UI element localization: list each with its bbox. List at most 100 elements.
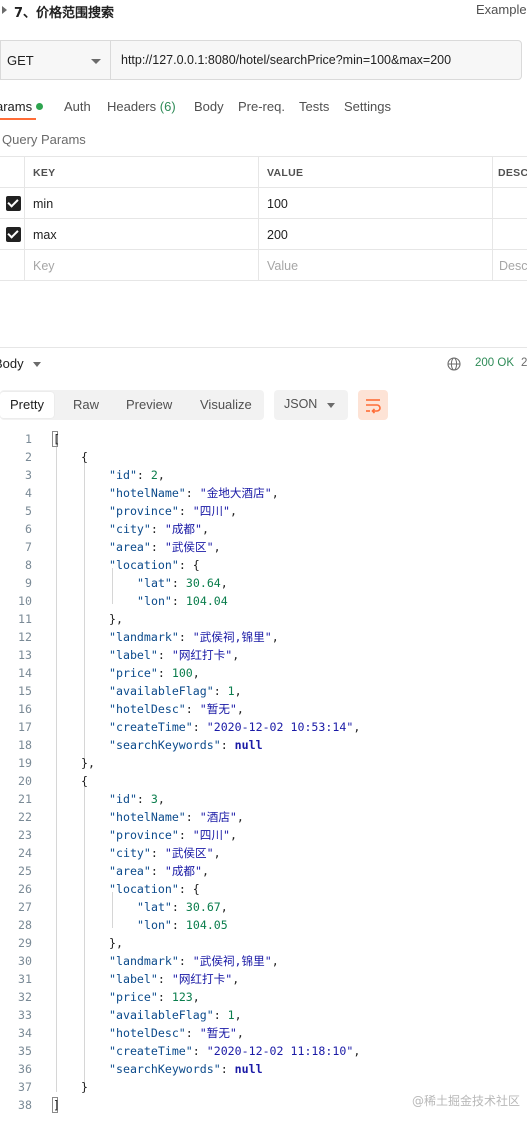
code-line: 24 "city": "武侯区", — [0, 844, 527, 862]
code-line: 17 "createTime": "2020-12-02 10:53:14", — [0, 718, 527, 736]
value-placeholder-cell[interactable]: Value — [259, 250, 493, 281]
line-number: 27 — [18, 900, 32, 914]
code-text: "landmark": "武侯祠,锦里", — [109, 630, 279, 644]
method-select[interactable]: GET — [0, 40, 110, 80]
key-cell[interactable]: max — [25, 219, 259, 250]
line-number: 2 — [25, 450, 32, 464]
code-text: { — [81, 450, 88, 464]
line-number: 17 — [18, 720, 32, 734]
chevron-down-icon[interactable] — [33, 362, 41, 367]
request-header[interactable]: 7、价格范围搜索 Examples — [0, 0, 527, 24]
checkbox-checked[interactable] — [6, 196, 21, 211]
globe-icon[interactable] — [447, 357, 461, 371]
header-value: VALUE — [267, 167, 304, 179]
table-row-empty: Key Value Desc — [0, 250, 527, 281]
status-badge[interactable]: 200 OK — [475, 357, 514, 369]
code-line: 9 "lat": 30.64, — [0, 574, 527, 592]
header-check-cell — [0, 157, 25, 188]
code-line: 35 "createTime": "2020-12-02 11:18:10", — [0, 1042, 527, 1060]
check-cell[interactable] — [0, 219, 25, 250]
code-text: "city": "武侯区", — [109, 846, 221, 860]
code-text: "area": "成都", — [109, 864, 209, 878]
format-label: JSON — [284, 397, 318, 411]
value-placeholder: Value — [267, 259, 299, 273]
params-table: KEY VALUE DESCR min 100 max 200 Key Valu… — [0, 156, 527, 281]
code-text: "landmark": "武侯祠,锦里", — [109, 954, 279, 968]
response-time[interactable]: 2 — [521, 357, 527, 369]
code-text: "createTime": "2020-12-02 11:18:10", — [109, 1044, 361, 1058]
chevron-down-icon — [327, 403, 335, 408]
desc-cell[interactable] — [493, 219, 527, 250]
code-text: "createTime": "2020-12-02 10:53:14", — [109, 720, 361, 734]
tab-tests[interactable]: Tests — [299, 99, 329, 114]
param-value: 100 — [267, 197, 288, 211]
format-select[interactable]: JSON — [274, 390, 348, 420]
key-placeholder-cell[interactable]: Key — [25, 250, 259, 281]
line-number: 37 — [18, 1080, 32, 1094]
line-number: 29 — [18, 936, 32, 950]
param-key: max — [33, 228, 57, 242]
tab-visualize[interactable]: Visualize — [200, 397, 252, 412]
code-text: "price": 123, — [109, 990, 200, 1004]
line-number: 3 — [25, 468, 32, 482]
request-tabs: arams Auth Headers (6) Body Pre-req. Tes… — [0, 96, 527, 120]
line-number: 6 — [25, 522, 32, 536]
line-number: 34 — [18, 1026, 32, 1040]
active-dot-icon — [36, 103, 44, 110]
code-text: "searchKeywords": null — [109, 738, 263, 752]
tab-headers[interactable]: Headers (6) — [107, 99, 176, 114]
table-header-row: KEY VALUE DESCR — [0, 157, 527, 188]
url-input[interactable]: http://127.0.0.1:8080/hotel/searchPrice?… — [110, 40, 522, 80]
wrap-lines-icon — [366, 399, 381, 414]
code-line: 32 "price": 123, — [0, 988, 527, 1006]
line-number: 31 — [18, 972, 32, 986]
value-cell[interactable]: 100 — [259, 188, 493, 219]
line-number: 22 — [18, 810, 32, 824]
tab-pretty[interactable]: Pretty — [10, 397, 44, 412]
desc-placeholder-cell[interactable]: Desc — [493, 250, 527, 281]
request-title[interactable]: 7、价格范围搜索 — [14, 2, 114, 21]
code-line: 19}, — [0, 754, 527, 772]
line-number: 13 — [18, 648, 32, 662]
tab-preview[interactable]: Preview — [126, 397, 172, 412]
line-number: 33 — [18, 1008, 32, 1022]
value-cell[interactable]: 200 — [259, 219, 493, 250]
collapse-arrow-icon[interactable] — [2, 6, 7, 14]
code-text: "label": "网红打卡", — [109, 972, 240, 986]
line-number: 5 — [25, 504, 32, 518]
tab-auth[interactable]: Auth — [64, 99, 91, 114]
chevron-down-icon — [91, 59, 101, 64]
tab-params[interactable]: arams — [0, 99, 44, 114]
key-placeholder: Key — [33, 259, 55, 273]
code-line: 29}, — [0, 934, 527, 952]
line-number: 30 — [18, 954, 32, 968]
code-text: "searchKeywords": null — [109, 1062, 263, 1076]
line-number: 18 — [18, 738, 32, 752]
tab-settings[interactable]: Settings — [344, 99, 391, 114]
response-body-dropdown[interactable]: Body — [0, 356, 24, 371]
check-cell — [0, 250, 25, 281]
line-number: 36 — [18, 1062, 32, 1076]
key-cell[interactable]: min — [25, 188, 259, 219]
code-line: 22 "hotelName": "酒店", — [0, 808, 527, 826]
check-cell[interactable] — [0, 188, 25, 219]
code-line: 13 "label": "网红打卡", — [0, 646, 527, 664]
wrap-lines-button[interactable] — [358, 390, 388, 420]
tab-label: Headers — [107, 99, 157, 114]
section-divider[interactable] — [0, 347, 527, 348]
line-number: 1 — [25, 432, 32, 446]
checkbox-checked[interactable] — [6, 227, 21, 242]
tab-pre-request[interactable]: Pre-req. — [238, 99, 285, 114]
line-number: 21 — [18, 792, 32, 806]
header-key-cell: KEY — [25, 157, 259, 188]
examples-link[interactable]: Examples — [476, 2, 527, 17]
desc-cell[interactable] — [493, 188, 527, 219]
code-text: "availableFlag": 1, — [109, 684, 242, 698]
table-row: max 200 — [0, 219, 527, 250]
code-text: "city": "成都", — [109, 522, 209, 536]
tab-body[interactable]: Body — [194, 99, 224, 114]
header-desc-cell: DESCR — [493, 157, 527, 188]
description-placeholder: Desc — [499, 259, 527, 273]
tab-raw[interactable]: Raw — [73, 397, 99, 412]
query-params-title: Query Params — [2, 132, 86, 147]
